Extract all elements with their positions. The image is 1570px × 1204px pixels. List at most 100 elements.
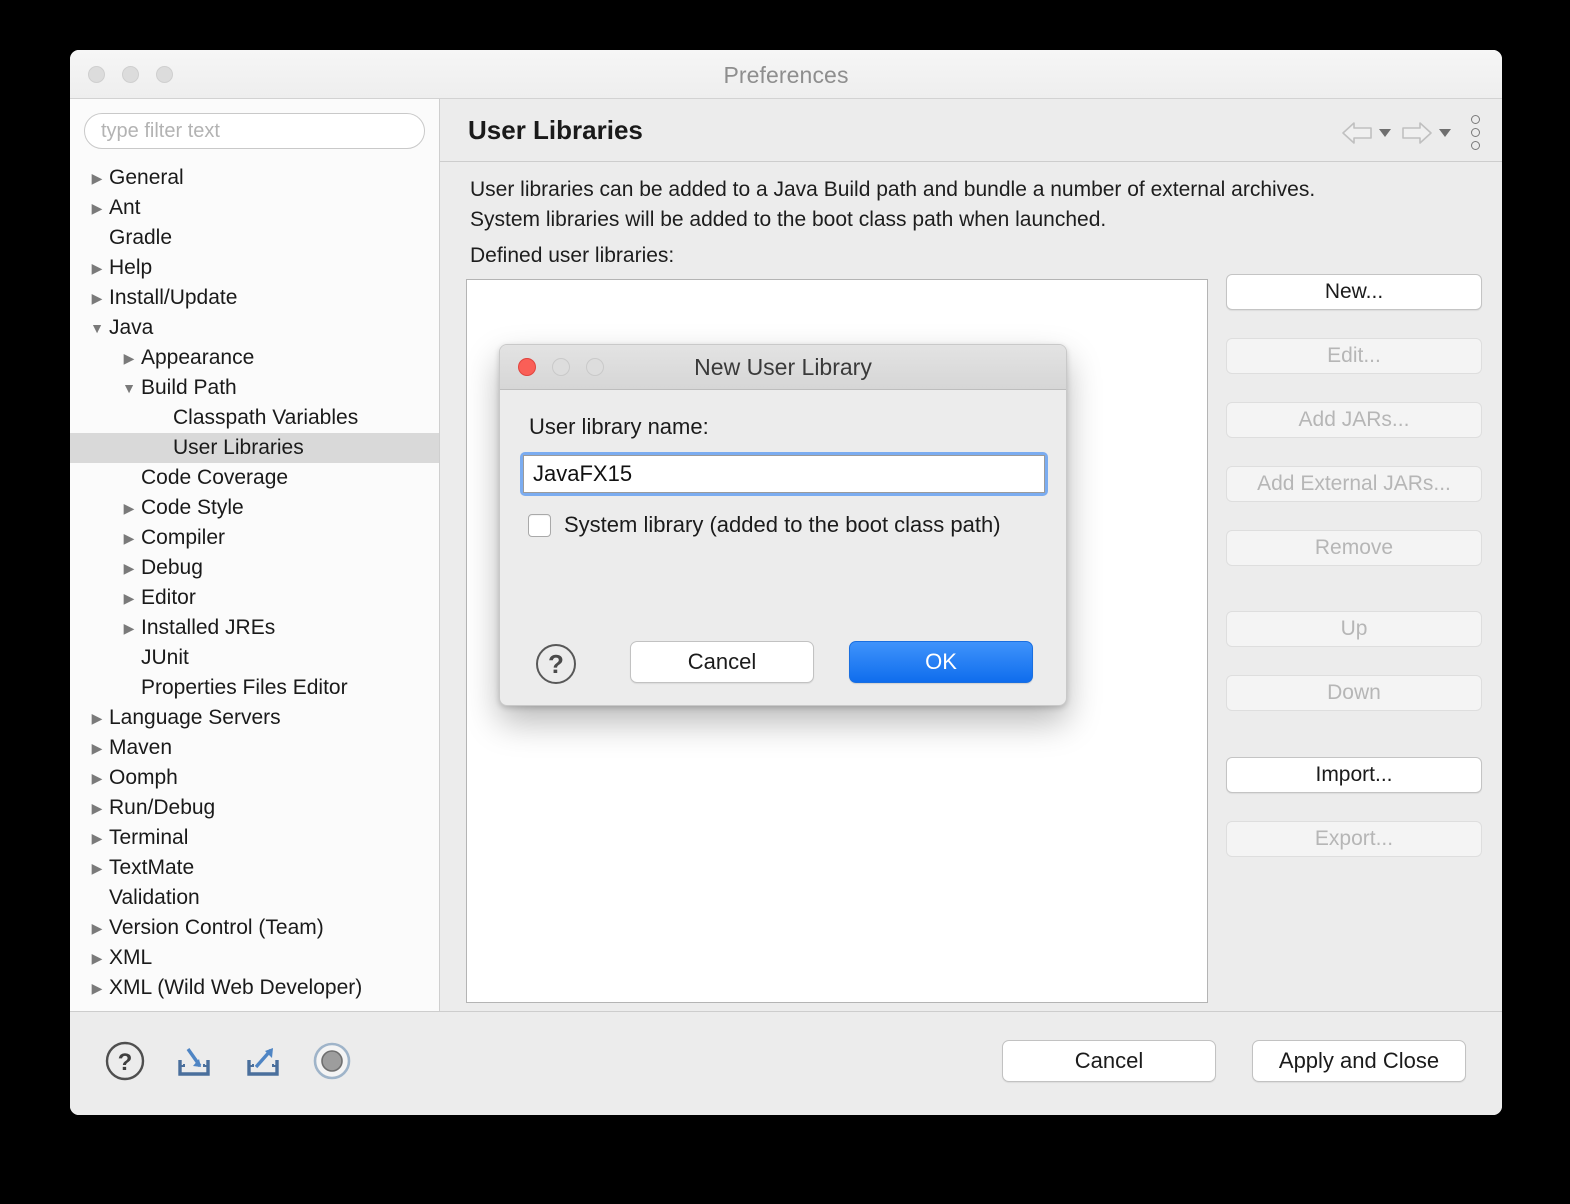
twisty-collapsed-icon[interactable] xyxy=(118,561,140,575)
sidebar-item-oomph[interactable]: Oomph xyxy=(70,763,439,793)
sidebar-item-run-debug[interactable]: Run/Debug xyxy=(70,793,439,823)
defined-libraries-label: Defined user libraries: xyxy=(470,244,675,267)
sidebar-item-version-control-team[interactable]: Version Control (Team) xyxy=(70,913,439,943)
window-titlebar: Preferences xyxy=(70,50,1502,99)
twisty-collapsed-icon[interactable] xyxy=(118,531,140,545)
twisty-collapsed-icon[interactable] xyxy=(118,591,140,605)
new-button[interactable]: New... xyxy=(1226,274,1482,310)
apply-and-close-button[interactable]: Apply and Close xyxy=(1252,1040,1466,1082)
sidebar-item-label: Code Style xyxy=(141,496,244,519)
forward-arrow-icon[interactable] xyxy=(1400,120,1434,146)
content-header: User Libraries xyxy=(440,99,1502,162)
sidebar-item-label: Version Control (Team) xyxy=(109,916,324,939)
sidebar-item-classpath-variables[interactable]: Classpath Variables xyxy=(70,403,439,433)
system-library-checkbox-row[interactable]: System library (added to the boot class … xyxy=(528,512,1001,538)
sidebar-item-label: Run/Debug xyxy=(109,796,216,819)
import-icon[interactable] xyxy=(173,1040,215,1082)
sidebar-item-properties-files-editor[interactable]: Properties Files Editor xyxy=(70,673,439,703)
menu-dot xyxy=(1471,141,1480,150)
add-external-jars-button: Add External JARs... xyxy=(1226,466,1482,502)
svg-text:?: ? xyxy=(118,1049,133,1076)
twisty-collapsed-icon[interactable] xyxy=(86,711,108,725)
sidebar-item-user-libraries[interactable]: User Libraries xyxy=(70,433,439,463)
sidebar-item-label: JUnit xyxy=(141,646,189,669)
menu-dot xyxy=(1471,115,1480,124)
sidebar-item-label: TextMate xyxy=(109,856,195,879)
sidebar-item-language-servers[interactable]: Language Servers xyxy=(70,703,439,733)
sidebar-item-build-path[interactable]: Build Path xyxy=(70,373,439,403)
sidebar-item-label: Gradle xyxy=(109,226,173,249)
sidebar-item-label: Properties Files Editor xyxy=(141,676,348,699)
view-menu-icon[interactable] xyxy=(1469,113,1482,152)
sidebar-item-label: Oomph xyxy=(109,766,178,789)
restore-defaults-icon[interactable] xyxy=(311,1040,353,1082)
sidebar-item-label: Ant xyxy=(109,196,141,219)
sidebar-item-validation[interactable]: Validation xyxy=(70,883,439,913)
modal-cancel-button[interactable]: Cancel xyxy=(630,641,814,683)
sidebar-item-java[interactable]: Java xyxy=(70,313,439,343)
sidebar-item-code-coverage[interactable]: Code Coverage xyxy=(70,463,439,493)
sidebar-item-ant[interactable]: Ant xyxy=(70,193,439,223)
system-library-checkbox[interactable] xyxy=(528,513,551,537)
add-jars-button: Add JARs... xyxy=(1226,402,1482,438)
twisty-collapsed-icon[interactable] xyxy=(86,291,108,305)
sidebar-item-label: Debug xyxy=(141,556,203,579)
back-arrow-icon[interactable] xyxy=(1340,120,1374,146)
sidebar-item-help[interactable]: Help xyxy=(70,253,439,283)
sidebar-item-textmate[interactable]: TextMate xyxy=(70,853,439,883)
sidebar-item-appearance[interactable]: Appearance xyxy=(70,343,439,373)
sidebar-item-debug[interactable]: Debug xyxy=(70,553,439,583)
preferences-sidebar: General Ant Gradle Help Install/Update Java Ap… xyxy=(70,99,440,1011)
page-description: User libraries can be added to a Java Bu… xyxy=(470,175,1315,235)
twisty-expanded-icon[interactable] xyxy=(118,381,140,395)
sidebar-item-label: Help xyxy=(109,256,153,279)
forward-nav-group[interactable] xyxy=(1400,120,1451,146)
library-actions-panel: New... Edit... Add JARs... Add External JAR… xyxy=(1226,274,1482,857)
twisty-expanded-icon[interactable] xyxy=(86,321,108,335)
sidebar-item-compiler[interactable]: Compiler xyxy=(70,523,439,553)
export-icon[interactable] xyxy=(242,1040,284,1082)
twisty-collapsed-icon[interactable] xyxy=(86,981,108,995)
sidebar-item-install-update[interactable]: Install/Update xyxy=(70,283,439,313)
twisty-collapsed-icon[interactable] xyxy=(86,861,108,875)
help-icon[interactable]: ? xyxy=(104,1040,146,1082)
import-button[interactable]: Import... xyxy=(1226,757,1482,793)
sidebar-item-label: Terminal xyxy=(109,826,189,849)
sidebar-item-code-style[interactable]: Code Style xyxy=(70,493,439,523)
search-input[interactable] xyxy=(84,113,425,149)
sidebar-item-label: Validation xyxy=(109,886,200,909)
twisty-collapsed-icon[interactable] xyxy=(86,771,108,785)
twisty-collapsed-icon[interactable] xyxy=(86,921,108,935)
twisty-collapsed-icon[interactable] xyxy=(86,951,108,965)
twisty-collapsed-icon[interactable] xyxy=(86,171,108,185)
back-dropdown-icon[interactable] xyxy=(1379,128,1391,137)
twisty-collapsed-icon[interactable] xyxy=(118,501,140,515)
sidebar-item-xml-wild-web-developer[interactable]: XML (Wild Web Developer) xyxy=(70,973,439,1003)
twisty-collapsed-icon[interactable] xyxy=(86,801,108,815)
twisty-collapsed-icon[interactable] xyxy=(86,261,108,275)
description-line-1: User libraries can be added to a Java Bu… xyxy=(470,178,1316,201)
description-line-2: System libraries will be added to the bo… xyxy=(470,208,1107,231)
sidebar-item-terminal[interactable]: Terminal xyxy=(70,823,439,853)
twisty-collapsed-icon[interactable] xyxy=(86,201,108,215)
sidebar-item-installed-jres[interactable]: Installed JREs xyxy=(70,613,439,643)
twisty-collapsed-icon[interactable] xyxy=(118,351,140,365)
modal-ok-button[interactable]: OK xyxy=(849,641,1033,683)
sidebar-item-maven[interactable]: Maven xyxy=(70,733,439,763)
back-nav-group[interactable] xyxy=(1340,120,1391,146)
sidebar-item-general[interactable]: General xyxy=(70,163,439,193)
sidebar-item-junit[interactable]: JUnit xyxy=(70,643,439,673)
modal-help-icon[interactable]: ? xyxy=(536,644,576,684)
sidebar-item-gradle[interactable]: Gradle xyxy=(70,223,439,253)
preferences-tree: General Ant Gradle Help Install/Update Java Ap… xyxy=(70,155,439,1003)
twisty-collapsed-icon[interactable] xyxy=(118,621,140,635)
twisty-collapsed-icon[interactable] xyxy=(86,741,108,755)
library-name-input[interactable] xyxy=(523,455,1045,493)
sidebar-item-xml[interactable]: XML xyxy=(70,943,439,973)
export-button: Export... xyxy=(1226,821,1482,857)
forward-dropdown-icon[interactable] xyxy=(1439,128,1451,137)
cancel-button[interactable]: Cancel xyxy=(1002,1040,1216,1082)
twisty-collapsed-icon[interactable] xyxy=(86,831,108,845)
sidebar-item-editor[interactable]: Editor xyxy=(70,583,439,613)
edit-button: Edit... xyxy=(1226,338,1482,374)
